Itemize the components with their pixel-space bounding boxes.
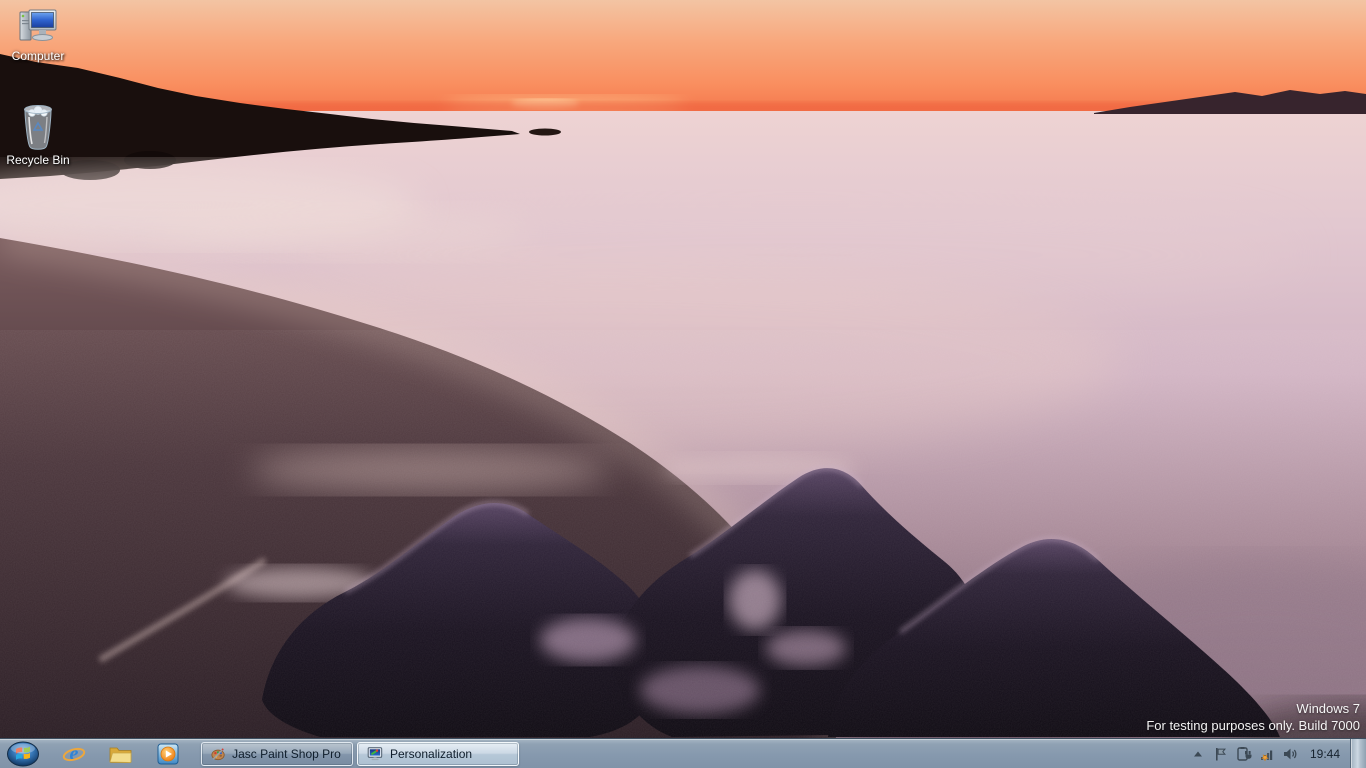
taskbar-button-label: Personalization: [390, 747, 472, 761]
windows-media-player-launcher[interactable]: [144, 739, 191, 768]
taskbar-button-paint-shop-pro[interactable]: Jasc Paint Shop Pro -...: [201, 742, 353, 766]
quick-launch: e: [50, 739, 191, 768]
power-plug-icon: [1236, 746, 1253, 762]
desktop-icon-label: Recycle Bin: [6, 154, 69, 167]
show-desktop-button[interactable]: [1350, 739, 1366, 768]
desktop-icon-recycle-bin[interactable]: Recycle Bin: [0, 102, 76, 167]
taskbar-clock[interactable]: 19:44: [1302, 747, 1350, 761]
svg-text:e: e: [69, 743, 78, 765]
windows-orb-icon: [6, 741, 40, 767]
action-center-button[interactable]: [1210, 739, 1233, 768]
paint-shop-pro-palette-icon: [211, 746, 225, 762]
speaker-icon: [1282, 746, 1299, 762]
flag-icon: [1213, 746, 1229, 762]
taskbar-button-label: Jasc Paint Shop Pro -...: [232, 747, 343, 761]
desktop: Computer Recycle Bin Windows 7 For testi…: [0, 0, 1366, 768]
windows-explorer-launcher[interactable]: [97, 739, 144, 768]
start-button[interactable]: [0, 739, 46, 768]
taskbar: e: [0, 738, 1366, 768]
task-buttons: Jasc Paint Shop Pro -... Person: [201, 742, 519, 766]
notification-area: 19:44: [1187, 739, 1366, 768]
watermark-line-1: Windows 7: [1146, 700, 1360, 717]
internet-explorer-launcher[interactable]: e: [50, 739, 97, 768]
chevron-up-icon: [1191, 747, 1205, 761]
power-status-button[interactable]: [1233, 739, 1256, 768]
volume-button[interactable]: [1279, 739, 1302, 768]
watermark-line-2: For testing purposes only. Build 7000: [1146, 717, 1360, 734]
wallpaper-beach-sunset: [0, 0, 1366, 738]
personalization-display-icon: [367, 746, 383, 762]
show-hidden-icons-button[interactable]: [1187, 739, 1210, 768]
recycle-bin-icon: [17, 102, 59, 152]
desktop-icon-computer[interactable]: Computer: [0, 6, 76, 63]
desktop-icon-label: Computer: [12, 50, 65, 63]
folder-icon: [109, 744, 133, 764]
computer-icon: [16, 6, 60, 48]
internet-explorer-icon: e: [62, 742, 86, 766]
build-watermark: Windows 7 For testing purposes only. Bui…: [1146, 700, 1360, 734]
media-player-icon: [157, 743, 179, 765]
network-status-button[interactable]: [1256, 739, 1279, 768]
network-signal-icon: [1259, 746, 1276, 762]
taskbar-button-personalization[interactable]: Personalization: [357, 742, 519, 766]
